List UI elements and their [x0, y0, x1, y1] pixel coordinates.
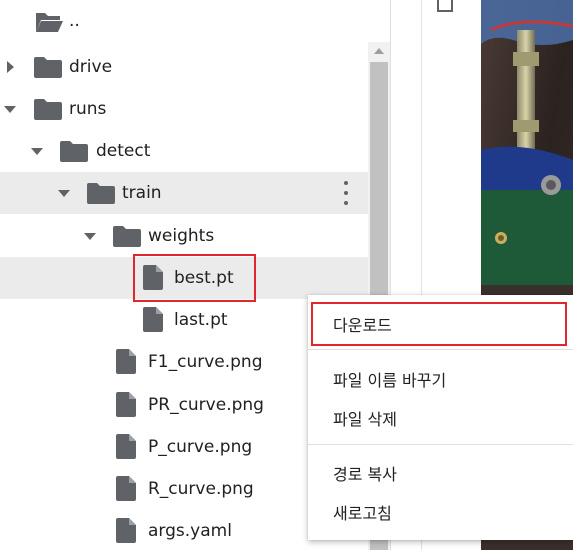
- tree-item-label: R_curve.png: [148, 479, 254, 499]
- tree-item-label: P_curve.png: [148, 437, 253, 457]
- caret-down-icon[interactable]: [3, 102, 17, 116]
- caret-down-icon[interactable]: [30, 144, 44, 158]
- folder-icon: [113, 226, 141, 247]
- tree-row-parent[interactable]: ..: [0, 0, 370, 42]
- menu-item-refresh[interactable]: 새로고침: [308, 493, 573, 531]
- tree-item-label: detect: [96, 141, 151, 161]
- more-vert-icon[interactable]: [342, 181, 350, 205]
- tree-item-label: args.yaml: [148, 521, 232, 541]
- tree-row-weights[interactable]: weights: [0, 215, 370, 257]
- tree-item-label: weights: [148, 226, 215, 246]
- tree-item-label: runs: [69, 99, 107, 119]
- tree-item-label: F1_curve.png: [148, 352, 263, 372]
- menu-divider: [308, 444, 573, 445]
- tree-item-label: PR_curve.png: [148, 395, 264, 415]
- tree-row-drive[interactable]: drive: [0, 46, 370, 88]
- folder-icon: [60, 141, 88, 162]
- file-icon: [116, 434, 136, 459]
- highlight-box: [311, 302, 567, 346]
- menu-item-delete[interactable]: 파일 삭제: [308, 399, 573, 437]
- tree-item-label: drive: [69, 57, 113, 77]
- tree-row-detect[interactable]: detect: [0, 130, 370, 172]
- folder-icon: [34, 57, 62, 78]
- caret-down-icon[interactable]: [83, 229, 97, 243]
- menu-item-copy-path[interactable]: 경로 복사: [308, 454, 573, 492]
- highlight-box: [133, 254, 256, 302]
- caret-right-icon[interactable]: [3, 60, 17, 74]
- scroll-up-icon[interactable]: [374, 48, 384, 54]
- file-icon: [143, 307, 163, 332]
- tree-item-label: train: [122, 183, 162, 203]
- file-icon: [116, 392, 136, 417]
- context-menu: 다운로드 파일 이름 바꾸기 파일 삭제 경로 복사 새로고침: [308, 295, 573, 540]
- tree-item-label: last.pt: [174, 310, 228, 330]
- tree-row-runs[interactable]: runs: [0, 88, 370, 130]
- caret-down-icon[interactable]: [57, 186, 71, 200]
- tree-row-train[interactable]: train: [0, 172, 370, 214]
- file-icon: [116, 518, 136, 543]
- file-icon: [116, 349, 136, 374]
- tree-item-label: ..: [69, 11, 80, 31]
- panel-icon[interactable]: [437, 0, 453, 12]
- menu-divider: [308, 349, 573, 350]
- folder-icon: [87, 183, 115, 204]
- folder-open-icon: [36, 13, 63, 32]
- file-icon: [116, 476, 136, 501]
- menu-item-rename[interactable]: 파일 이름 바꾸기: [308, 360, 573, 398]
- folder-icon: [34, 99, 62, 120]
